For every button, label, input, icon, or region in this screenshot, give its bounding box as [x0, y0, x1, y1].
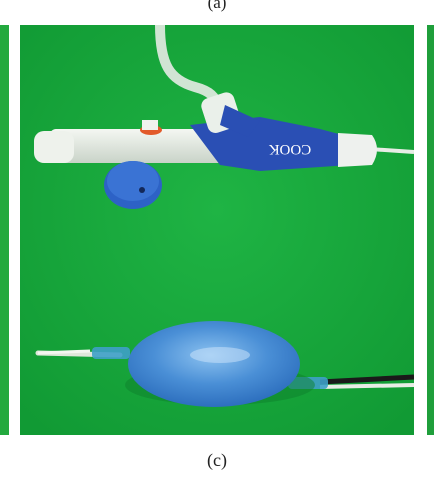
device-photo-illustration: COOK — [20, 25, 414, 435]
adjacent-panel-right-edge — [427, 25, 434, 435]
device-photo: COOK — [20, 25, 414, 435]
panel-c-label: (c) — [207, 450, 227, 470]
adjacent-panel-left-edge — [0, 25, 9, 435]
brand-text: COOK — [269, 141, 312, 157]
balloon — [128, 321, 300, 407]
panel-a-label: (a) — [207, 0, 227, 12]
